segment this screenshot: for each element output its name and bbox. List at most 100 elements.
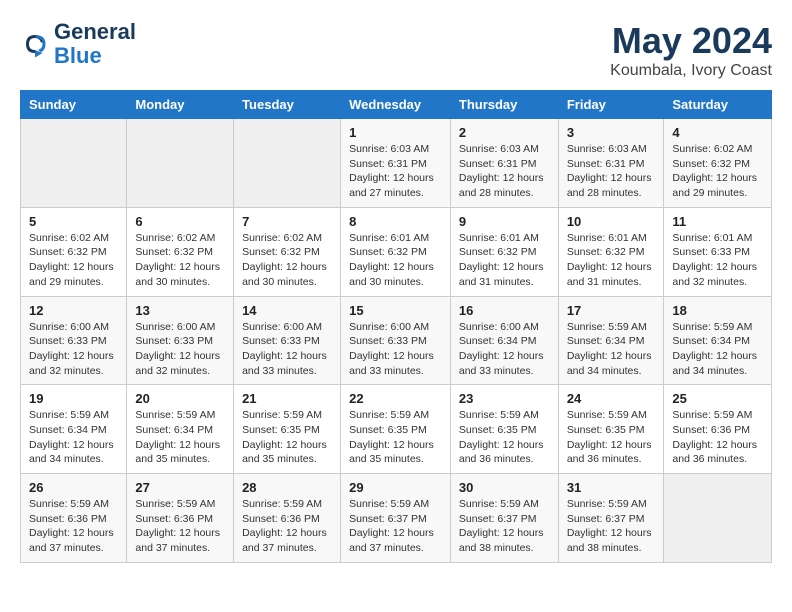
day-number: 24	[567, 391, 656, 406]
calendar-cell: 3Sunrise: 6:03 AMSunset: 6:31 PMDaylight…	[558, 119, 664, 208]
day-detail: Sunrise: 6:01 AMSunset: 6:32 PMDaylight:…	[567, 231, 656, 290]
day-detail: Sunrise: 6:02 AMSunset: 6:32 PMDaylight:…	[672, 142, 763, 201]
daylight-text: Daylight: 12 hours and 28 minutes.	[567, 171, 656, 200]
calendar-week: 19 Sunrise: 5:59 AMSunset: 6:34 PMDayligh…	[21, 385, 772, 474]
calendar-cell: 22Sunrise: 5:59 AMSunset: 6:35 PMDayligh…	[341, 385, 451, 474]
logo: General Blue	[20, 20, 136, 68]
calendar-week: 26Sunrise: 5:59 AMSunset: 6:36 PMDayligh…	[21, 474, 772, 563]
daylight-text: Daylight: 12 hours and 28 minutes.	[459, 171, 550, 200]
sunset-text: Sunset: 6:32 PM	[242, 245, 332, 260]
daylight-text: Daylight: 12 hours and 32 minutes.	[672, 260, 763, 289]
day-detail: Sunrise: 6:00 AMSunset: 6:34 PMDaylight:…	[459, 320, 550, 379]
day-number: 15	[349, 303, 442, 318]
day-detail: Sunrise: 5:59 AMSunset: 6:34 PMDaylight:…	[29, 408, 118, 467]
calendar-cell: 11Sunrise: 6:01 AMSunset: 6:33 PMDayligh…	[664, 207, 772, 296]
sunset-text: Sunset: 6:31 PM	[459, 157, 550, 172]
day-number: 2	[459, 125, 550, 140]
calendar-subtitle: Koumbala, Ivory Coast	[610, 62, 772, 80]
calendar-cell: 8 Sunrise: 6:01 AMSunset: 6:32 PMDaylight…	[341, 207, 451, 296]
sunrise-text: Sunrise: 5:59 AM	[672, 320, 763, 335]
calendar-cell: 24 Sunrise: 5:59 AMSunset: 6:35 PMDayligh…	[558, 385, 664, 474]
daylight-text: Daylight: 12 hours and 37 minutes.	[349, 526, 442, 555]
calendar-cell: 4 Sunrise: 6:02 AMSunset: 6:32 PMDaylight…	[664, 119, 772, 208]
calendar-cell: 21Sunrise: 5:59 AMSunset: 6:35 PMDayligh…	[234, 385, 341, 474]
daylight-text: Daylight: 12 hours and 32 minutes.	[29, 349, 118, 378]
calendar-cell: 12Sunrise: 6:00 AMSunset: 6:33 PMDayligh…	[21, 296, 127, 385]
day-number: 6	[135, 214, 225, 229]
sunrise-text: Sunrise: 5:59 AM	[29, 497, 118, 512]
day-number: 23	[459, 391, 550, 406]
header-row: SundayMondayTuesdayWednesdayThursdayFrid…	[21, 91, 772, 119]
day-number: 11	[672, 214, 763, 229]
day-detail: Sunrise: 5:59 AMSunset: 6:37 PMDaylight:…	[459, 497, 550, 556]
day-detail: Sunrise: 5:59 AMSunset: 6:34 PMDaylight:…	[567, 320, 656, 379]
daylight-text: Daylight: 12 hours and 29 minutes.	[672, 171, 763, 200]
day-detail: Sunrise: 5:59 AMSunset: 6:35 PMDaylight:…	[567, 408, 656, 467]
day-number: 25	[672, 391, 763, 406]
day-number: 7	[242, 214, 332, 229]
sunrise-text: Sunrise: 5:59 AM	[135, 408, 225, 423]
day-number: 8	[349, 214, 442, 229]
sunset-text: Sunset: 6:33 PM	[242, 334, 332, 349]
sunset-text: Sunset: 6:33 PM	[29, 334, 118, 349]
sunset-text: Sunset: 6:32 PM	[567, 245, 656, 260]
header-day: Wednesday	[341, 91, 451, 119]
sunset-text: Sunset: 6:32 PM	[459, 245, 550, 260]
sunrise-text: Sunrise: 6:01 AM	[349, 231, 442, 246]
sunrise-text: Sunrise: 6:03 AM	[349, 142, 442, 157]
day-detail: Sunrise: 6:02 AMSunset: 6:32 PMDaylight:…	[29, 231, 118, 290]
calendar-cell: 19 Sunrise: 5:59 AMSunset: 6:34 PMDayligh…	[21, 385, 127, 474]
calendar-cell: 31Sunrise: 5:59 AMSunset: 6:37 PMDayligh…	[558, 474, 664, 563]
daylight-text: Daylight: 12 hours and 30 minutes.	[135, 260, 225, 289]
sunset-text: Sunset: 6:31 PM	[349, 157, 442, 172]
day-detail: Sunrise: 6:01 AMSunset: 6:32 PMDaylight:…	[459, 231, 550, 290]
daylight-text: Daylight: 12 hours and 36 minutes.	[567, 438, 656, 467]
sunset-text: Sunset: 6:33 PM	[349, 334, 442, 349]
day-detail: Sunrise: 5:59 AMSunset: 6:37 PMDaylight:…	[349, 497, 442, 556]
day-detail: Sunrise: 6:01 AMSunset: 6:32 PMDaylight:…	[349, 231, 442, 290]
sunset-text: Sunset: 6:35 PM	[459, 423, 550, 438]
sunset-text: Sunset: 6:34 PM	[672, 334, 763, 349]
day-detail: Sunrise: 5:59 AMSunset: 6:35 PMDaylight:…	[459, 408, 550, 467]
daylight-text: Daylight: 12 hours and 32 minutes.	[135, 349, 225, 378]
daylight-text: Daylight: 12 hours and 36 minutes.	[672, 438, 763, 467]
header-day: Friday	[558, 91, 664, 119]
day-detail: Sunrise: 5:59 AMSunset: 6:35 PMDaylight:…	[242, 408, 332, 467]
sunset-text: Sunset: 6:36 PM	[135, 512, 225, 527]
sunset-text: Sunset: 6:37 PM	[567, 512, 656, 527]
day-detail: Sunrise: 6:00 AMSunset: 6:33 PMDaylight:…	[349, 320, 442, 379]
daylight-text: Daylight: 12 hours and 38 minutes.	[459, 526, 550, 555]
daylight-text: Daylight: 12 hours and 34 minutes.	[672, 349, 763, 378]
day-number: 19	[29, 391, 118, 406]
calendar-cell: 1Sunrise: 6:03 AMSunset: 6:31 PMDaylight…	[341, 119, 451, 208]
day-number: 13	[135, 303, 225, 318]
day-number: 17	[567, 303, 656, 318]
sunrise-text: Sunrise: 6:02 AM	[242, 231, 332, 246]
sunset-text: Sunset: 6:35 PM	[349, 423, 442, 438]
sunset-text: Sunset: 6:33 PM	[135, 334, 225, 349]
sunset-text: Sunset: 6:36 PM	[242, 512, 332, 527]
day-number: 4	[672, 125, 763, 140]
sunset-text: Sunset: 6:31 PM	[567, 157, 656, 172]
sunrise-text: Sunrise: 6:00 AM	[135, 320, 225, 335]
calendar-cell: 9Sunrise: 6:01 AMSunset: 6:32 PMDaylight…	[450, 207, 558, 296]
header-day: Tuesday	[234, 91, 341, 119]
sunset-text: Sunset: 6:35 PM	[242, 423, 332, 438]
header-day: Saturday	[664, 91, 772, 119]
calendar-cell: 16 Sunrise: 6:00 AMSunset: 6:34 PMDayligh…	[450, 296, 558, 385]
calendar-cell: 6Sunrise: 6:02 AMSunset: 6:32 PMDaylight…	[127, 207, 234, 296]
day-detail: Sunrise: 6:02 AMSunset: 6:32 PMDaylight:…	[242, 231, 332, 290]
day-detail: Sunrise: 5:59 AMSunset: 6:36 PMDaylight:…	[29, 497, 118, 556]
sunrise-text: Sunrise: 6:01 AM	[672, 231, 763, 246]
logo-text: General Blue	[54, 20, 136, 68]
day-detail: Sunrise: 5:59 AMSunset: 6:35 PMDaylight:…	[349, 408, 442, 467]
day-number: 26	[29, 480, 118, 495]
day-number: 12	[29, 303, 118, 318]
sunrise-text: Sunrise: 5:59 AM	[459, 408, 550, 423]
sunset-text: Sunset: 6:32 PM	[672, 157, 763, 172]
calendar-cell: 23 Sunrise: 5:59 AMSunset: 6:35 PMDayligh…	[450, 385, 558, 474]
sunrise-text: Sunrise: 5:59 AM	[567, 497, 656, 512]
day-number: 1	[349, 125, 442, 140]
day-number: 30	[459, 480, 550, 495]
day-number: 16	[459, 303, 550, 318]
